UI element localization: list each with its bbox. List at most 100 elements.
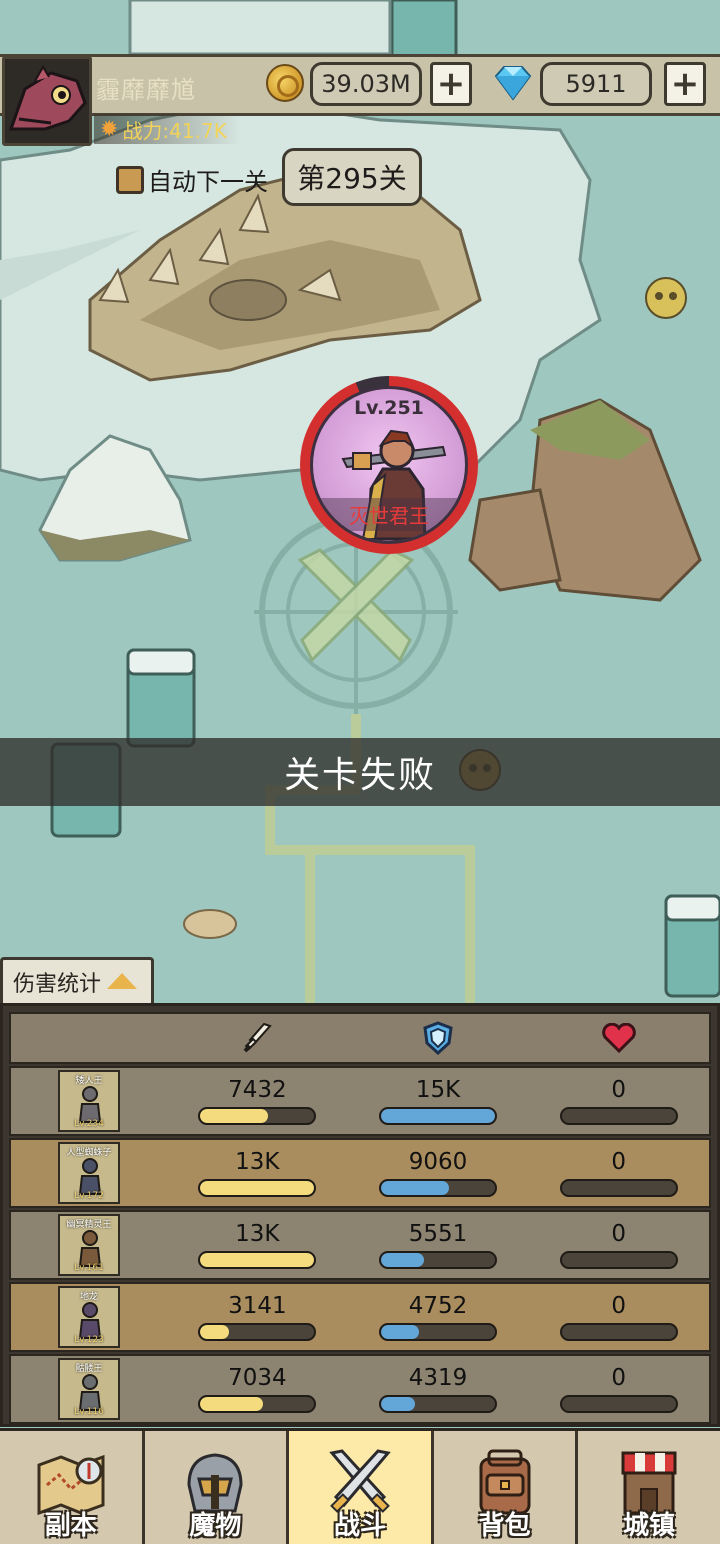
defense-value: 4752: [408, 1293, 468, 1319]
monster-figure-icon: [78, 1230, 102, 1267]
attack-icon: [243, 1022, 273, 1053]
heal-cell: 0: [528, 1221, 709, 1269]
nav-town[interactable]: 城镇: [578, 1431, 720, 1544]
add-gold-button[interactable]: +: [430, 62, 472, 106]
stat-row: 骷髅王 Lv.116 7034 4319 0: [9, 1354, 711, 1424]
heal-cell: 0: [528, 1077, 709, 1125]
monster-name: 幽冥精灵王: [66, 1220, 112, 1230]
defense-icon: [423, 1021, 453, 1055]
monster-name: 骷髅王: [75, 1364, 103, 1374]
attack-cell: 13K: [167, 1149, 348, 1197]
auto-next-toggle[interactable]: 自动下一关: [116, 162, 268, 197]
monster-level: Lv.123: [74, 1335, 104, 1345]
monster-portrait[interactable]: 地龙 Lv.123: [58, 1286, 120, 1348]
damage-stats-panel: 矮人王 Lv.234 7432 15K 0 人型蜘蛛子 Lv.172 13K 9060 0 幽冥精灵…: [0, 1003, 720, 1427]
diamond-icon: [494, 66, 532, 101]
attack-cell: 7034: [167, 1365, 348, 1413]
heart-icon: [601, 1023, 636, 1053]
heal-bar: [559, 1323, 678, 1341]
combat-power: ✹ 战力:41.7K: [94, 114, 241, 144]
attack-value: 7432: [228, 1077, 287, 1103]
damage-stats-tab[interactable]: 伤害统计: [0, 957, 154, 1003]
auto-next-checkbox[interactable]: [116, 165, 144, 194]
monster-portrait[interactable]: 骷髅王 Lv.116: [58, 1358, 120, 1420]
stat-row: 幽冥精灵王 Lv.161 13K 5551 0: [9, 1210, 711, 1280]
heal-cell: 0: [528, 1149, 709, 1197]
monster-level: Lv.161: [74, 1263, 104, 1273]
heal-value: 0: [611, 1221, 626, 1247]
boss-level: Lv.251: [354, 397, 424, 419]
stat-rows: 矮人王 Lv.234 7432 15K 0 人型蜘蛛子 Lv.172 13K 9060 0 幽冥精灵…: [9, 1066, 711, 1424]
attack-bar: [198, 1251, 317, 1269]
monster-level: Lv.172: [74, 1191, 104, 1201]
gold-amount: 39.03M: [310, 62, 422, 106]
nav-label: 副本: [44, 1511, 97, 1541]
attack-bar-fill: [200, 1109, 268, 1123]
stat-row: 地龙 Lv.123 3141 4752 0: [9, 1282, 711, 1352]
heal-value: 0: [611, 1149, 626, 1175]
monster-figure-icon: [78, 1374, 102, 1411]
heal-column-header: [528, 1023, 709, 1053]
defense-bar-fill: [381, 1109, 495, 1123]
heal-bar: [559, 1107, 678, 1125]
stat-row: 人型蜘蛛子 Lv.172 13K 9060 0: [9, 1138, 711, 1208]
attack-cell: 7432: [167, 1077, 348, 1125]
monster-level: Lv.234: [74, 1119, 104, 1129]
heal-value: 0: [611, 1293, 626, 1319]
defense-cell: 5551: [348, 1221, 529, 1269]
boss-name: 灭世君王: [313, 498, 465, 531]
portrait-cell: 地龙 Lv.123: [11, 1286, 167, 1348]
monster-portrait[interactable]: 幽冥精灵王 Lv.161: [58, 1214, 120, 1276]
auto-next-label: 自动下一关: [148, 168, 268, 196]
monster-figure-icon: [78, 1302, 102, 1339]
defense-bar: [379, 1107, 497, 1125]
monster-name: 地龙: [79, 1292, 98, 1302]
heal-cell: 0: [528, 1365, 709, 1413]
damage-stats-label: 伤害统计: [13, 971, 102, 997]
gem-amount: 5911: [540, 62, 652, 106]
defense-cell: 9060: [348, 1149, 529, 1197]
nav-label: 城镇: [623, 1511, 676, 1541]
power-fire-icon: ✹: [100, 116, 119, 142]
monster-level: Lv.116: [74, 1407, 104, 1417]
attack-bar-fill: [200, 1325, 229, 1339]
attack-bar: [198, 1179, 317, 1197]
monster-name: 人型蜘蛛子: [66, 1148, 112, 1158]
defense-bar-fill: [381, 1181, 450, 1195]
defense-column-header: [348, 1021, 529, 1055]
defense-bar: [379, 1179, 497, 1197]
nav-battle[interactable]: 战斗: [289, 1431, 434, 1544]
defense-bar-fill: [381, 1253, 425, 1267]
bottom-navigation: 副本 魔物 战斗 背包 城镇: [0, 1428, 720, 1544]
defense-bar: [379, 1323, 497, 1341]
attack-bar-fill: [200, 1397, 264, 1411]
monster-name: 矮人王: [75, 1076, 103, 1086]
nav-monsters[interactable]: 魔物: [144, 1431, 290, 1544]
monster-portrait[interactable]: 矮人王 Lv.234: [58, 1070, 120, 1132]
defense-value: 15K: [415, 1077, 461, 1103]
add-gems-button[interactable]: +: [664, 62, 706, 106]
heal-cell: 0: [528, 1293, 709, 1341]
attack-bar: [198, 1107, 317, 1125]
defense-value: 5551: [408, 1221, 468, 1247]
gold-coin-icon: [266, 64, 304, 102]
attack-value: 13K: [235, 1221, 280, 1247]
boss-portrait[interactable]: Lv.251 灭世君王: [300, 376, 478, 554]
heal-value: 0: [611, 1077, 626, 1103]
nav-dungeon[interactable]: 副本: [0, 1431, 145, 1544]
attack-cell: 3141: [167, 1293, 348, 1341]
nav-backpack[interactable]: 背包: [433, 1431, 579, 1544]
heal-bar: [559, 1179, 678, 1197]
stat-row: 矮人王 Lv.234 7432 15K 0: [9, 1066, 711, 1136]
defense-bar-fill: [381, 1397, 416, 1411]
attack-bar: [198, 1323, 317, 1341]
heal-value: 0: [611, 1365, 626, 1391]
defense-value: 4319: [408, 1365, 468, 1391]
combat-power-value: 战力:41.7K: [122, 118, 227, 143]
portrait-cell: 矮人王 Lv.234: [11, 1070, 167, 1132]
skull-marker: [645, 277, 687, 319]
defense-cell: 15K: [348, 1077, 529, 1125]
attack-value: 13K: [235, 1149, 280, 1175]
player-avatar[interactable]: [2, 56, 92, 146]
monster-portrait[interactable]: 人型蜘蛛子 Lv.172: [58, 1142, 120, 1204]
